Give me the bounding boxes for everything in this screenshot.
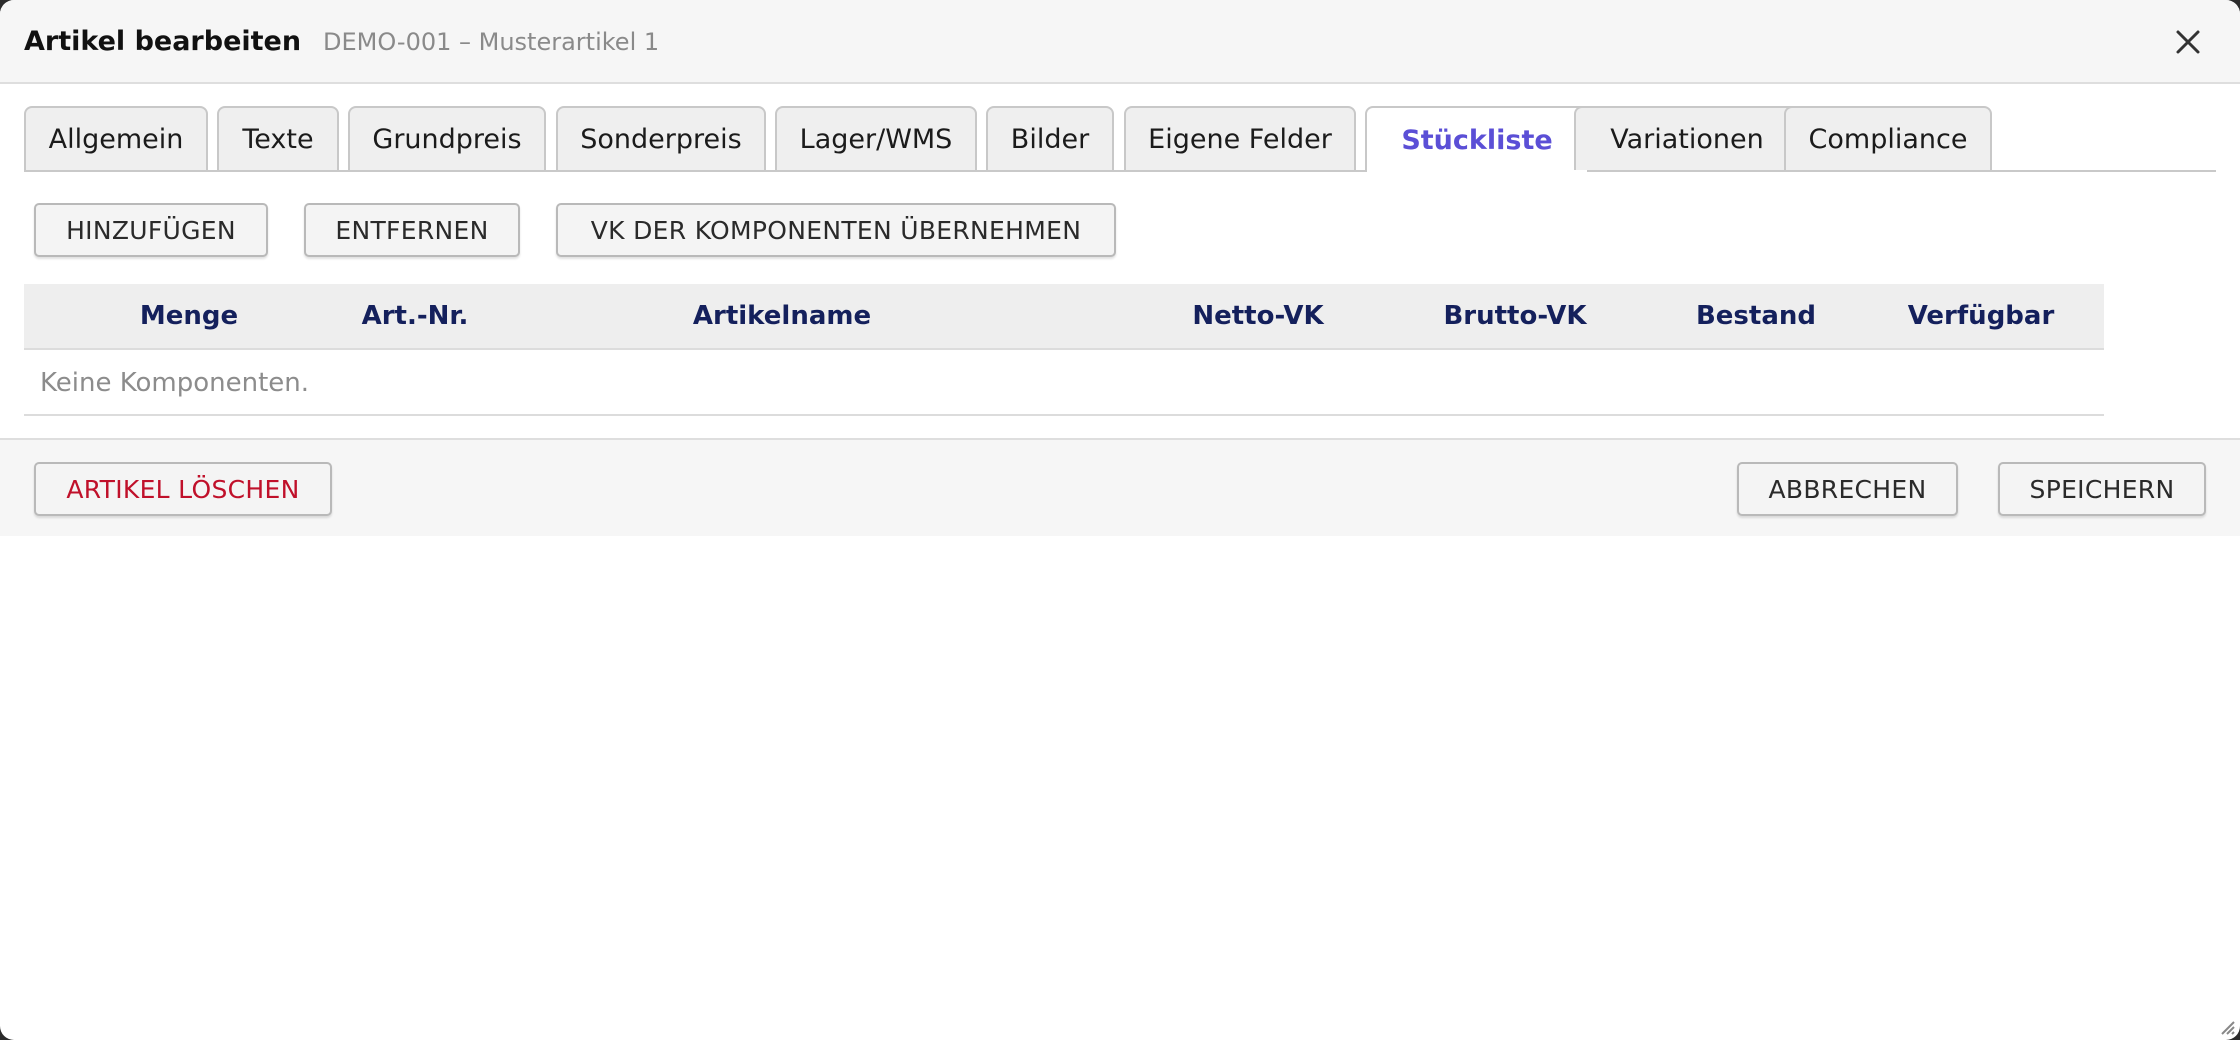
tab-eigene-felder[interactable]: Eigene Felder [1124,106,1356,170]
tab-texte[interactable]: Texte [217,106,339,170]
column-header-brutto-vk[interactable]: Brutto-VK [1443,284,1586,348]
save-button[interactable]: SPEICHERN [1998,462,2206,516]
column-header-menge[interactable]: Menge [140,284,238,348]
add-component-button[interactable]: HINZUFÜGEN [34,203,268,257]
empty-table-message: Keine Komponenten. [40,368,310,398]
close-icon[interactable] [2170,24,2206,60]
tab-stueckliste[interactable]: Stückliste [1365,106,1589,172]
components-table: Menge Art.-Nr. Artikelname Netto-VK Brut… [24,284,2104,416]
cancel-button[interactable]: ABBRECHEN [1737,462,1958,516]
tab-grundpreis[interactable]: Grundpreis [348,106,546,170]
remove-component-button[interactable]: ENTFERNEN [304,203,520,257]
tab-sonderpreis[interactable]: Sonderpreis [556,106,766,170]
tab-bilder[interactable]: Bilder [986,106,1114,170]
dialog-subtitle: DEMO-001 – Musterartikel 1 [323,28,660,56]
tab-compliance[interactable]: Compliance [1784,106,1992,170]
column-header-verfuegbar[interactable]: Verfügbar [1908,284,2055,348]
tab-variationen[interactable]: Variationen [1574,106,1800,170]
edit-article-dialog: Artikel bearbeiten DEMO-001 – Musterarti… [0,0,2240,1040]
resize-handle-icon[interactable] [2218,1018,2236,1036]
column-header-art-nr[interactable]: Art.-Nr. [362,284,469,348]
dialog-titlebar: Artikel bearbeiten DEMO-001 – Musterarti… [0,0,2240,84]
dialog-title: Artikel bearbeiten [24,26,302,57]
tab-lager-wms[interactable]: Lager/WMS [775,106,977,170]
delete-article-button[interactable]: ARTIKEL LÖSCHEN [34,462,332,516]
column-header-bestand[interactable]: Bestand [1696,284,1816,348]
table-header: Menge Art.-Nr. Artikelname Netto-VK Brut… [24,284,2104,350]
tab-bar: Allgemein Texte Grundpreis Sonderpreis L… [24,106,2216,172]
column-header-artikelname[interactable]: Artikelname [693,284,871,348]
tab-allgemein[interactable]: Allgemein [24,106,208,170]
apply-components-vk-button[interactable]: VK DER KOMPONENTEN ÜBERNEHMEN [556,203,1116,257]
table-empty-row: Keine Komponenten. [24,350,2104,416]
column-header-netto-vk[interactable]: Netto-VK [1192,284,1323,348]
dialog-footer: ARTIKEL LÖSCHEN ABBRECHEN SPEICHERN [0,438,2240,536]
